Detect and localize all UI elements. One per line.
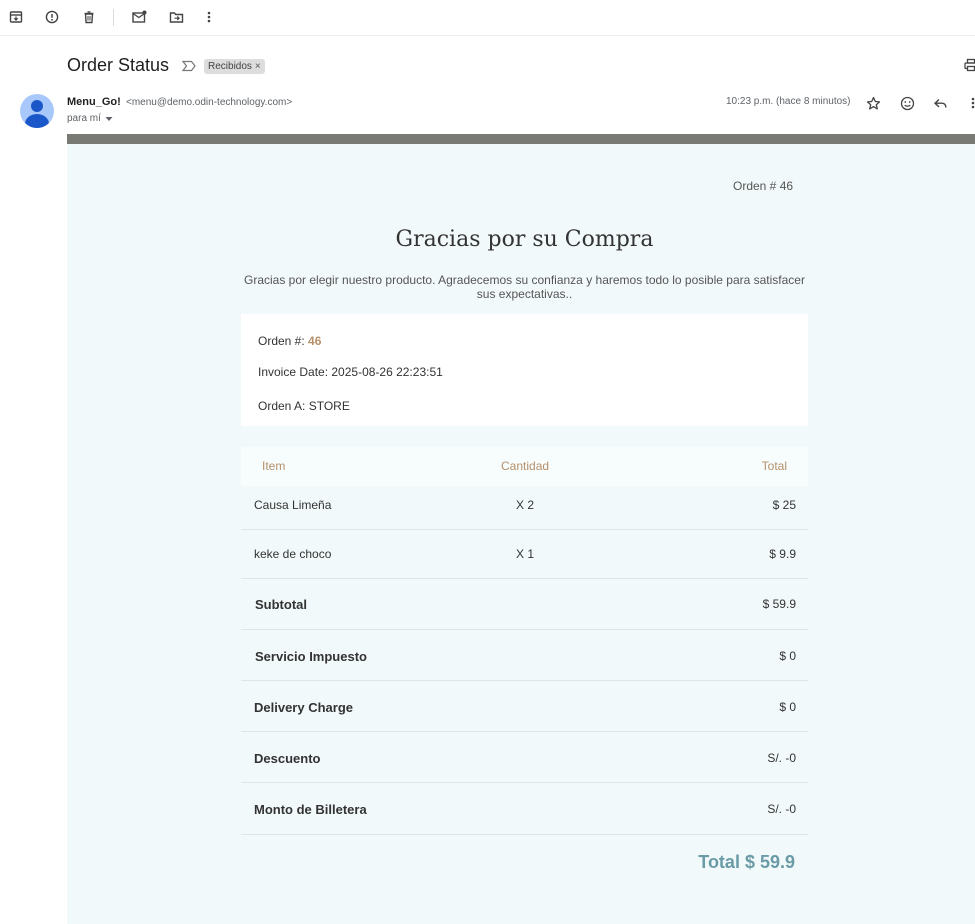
grand-total: Total $ 59.9 [698, 852, 795, 872]
avatar-head [31, 100, 43, 112]
receipt-subtitle: Gracias por elegir nuestro producto. Agr… [244, 273, 805, 301]
reply-icon[interactable] [932, 95, 948, 111]
item-qty: X 2 [516, 498, 535, 512]
order-info-box: Orden #: 46 Invoice Date: 2025-08-26 22:… [241, 314, 808, 426]
summary-row-wallet: Monto de Billetera S/. -0 [241, 783, 808, 835]
item-name: Causa Limeña [254, 498, 332, 512]
summary-row-discount: Descuento S/. -0 [241, 732, 808, 783]
summary-value: S/. -0 [767, 751, 796, 765]
message-toolbar [0, 0, 975, 36]
toolbar-divider [113, 9, 114, 26]
importance-marker-icon[interactable] [181, 59, 196, 77]
add-reaction-icon[interactable] [899, 95, 915, 111]
more-options-icon[interactable] [965, 95, 975, 111]
order-number-value: 46 [308, 334, 322, 348]
items-table-header: Item Cantidad Total [241, 447, 808, 486]
caret-down-icon [105, 116, 113, 121]
summary-row-subtotal: Subtotal $ 59.9 [241, 579, 808, 630]
order-number-label: Orden #: [258, 334, 305, 348]
archive-icon[interactable] [7, 8, 25, 26]
summary-value: $ 0 [779, 700, 796, 714]
order-destination: Orden A: STORE [258, 399, 350, 413]
item-total: $ 25 [772, 498, 796, 512]
star-icon[interactable] [865, 95, 881, 111]
summary-label: Monto de Billetera [254, 802, 367, 817]
item-total: $ 9.9 [769, 547, 796, 561]
invoice-date: Invoice Date: 2025-08-26 22:23:51 [258, 365, 443, 379]
avatar-body [25, 114, 49, 128]
print-icon[interactable] [964, 58, 975, 77]
column-header-item: Item [262, 459, 286, 473]
label-chip-inbox: Recibidos × [204, 59, 265, 74]
receipt-title: Gracias por su Compra [395, 227, 654, 252]
table-row: keke de choco X 1 $ 9.9 [241, 530, 808, 579]
table-row: Causa Limeña X 2 $ 25 [241, 486, 808, 530]
sender-name[interactable]: Menu_Go! [67, 96, 121, 108]
email-subject: Order Status [67, 55, 170, 75]
summary-value: $ 59.9 [762, 597, 796, 611]
mark-unread-icon[interactable] [130, 8, 148, 26]
remove-label-icon[interactable]: × [255, 59, 261, 74]
report-spam-icon[interactable] [43, 8, 61, 26]
summary-value: S/. -0 [767, 802, 796, 816]
label-chip-text: Recibidos [208, 61, 252, 72]
recipient-details-toggle[interactable]: para mí [67, 113, 113, 124]
column-header-qty: Cantidad [501, 459, 550, 473]
summary-label: Servicio Impuesto [255, 649, 367, 664]
item-qty: X 1 [516, 547, 535, 561]
recipient-label: para mí [67, 113, 101, 124]
summary-label: Subtotal [255, 597, 307, 612]
sender-avatar[interactable] [20, 94, 54, 128]
email-timestamp: 10:23 p.m. (hace 8 minutos) [726, 96, 851, 107]
order-number-header: Orden # 46 [733, 179, 794, 193]
more-vert-icon[interactable] [200, 8, 218, 26]
summary-label: Descuento [254, 751, 321, 766]
sender-email: <menu@demo.odin-technology.com> [126, 97, 293, 108]
summary-label: Delivery Charge [254, 700, 353, 715]
delete-icon[interactable] [80, 8, 98, 26]
item-name: keke de choco [254, 547, 332, 561]
summary-row-service-tax: Servicio Impuesto $ 0 [241, 630, 808, 681]
order-number-line: Orden #: 46 [258, 334, 321, 348]
column-header-total: Total [761, 459, 787, 473]
summary-row-delivery: Delivery Charge $ 0 [241, 681, 808, 732]
summary-value: $ 0 [779, 649, 796, 663]
move-to-icon[interactable] [167, 8, 185, 26]
